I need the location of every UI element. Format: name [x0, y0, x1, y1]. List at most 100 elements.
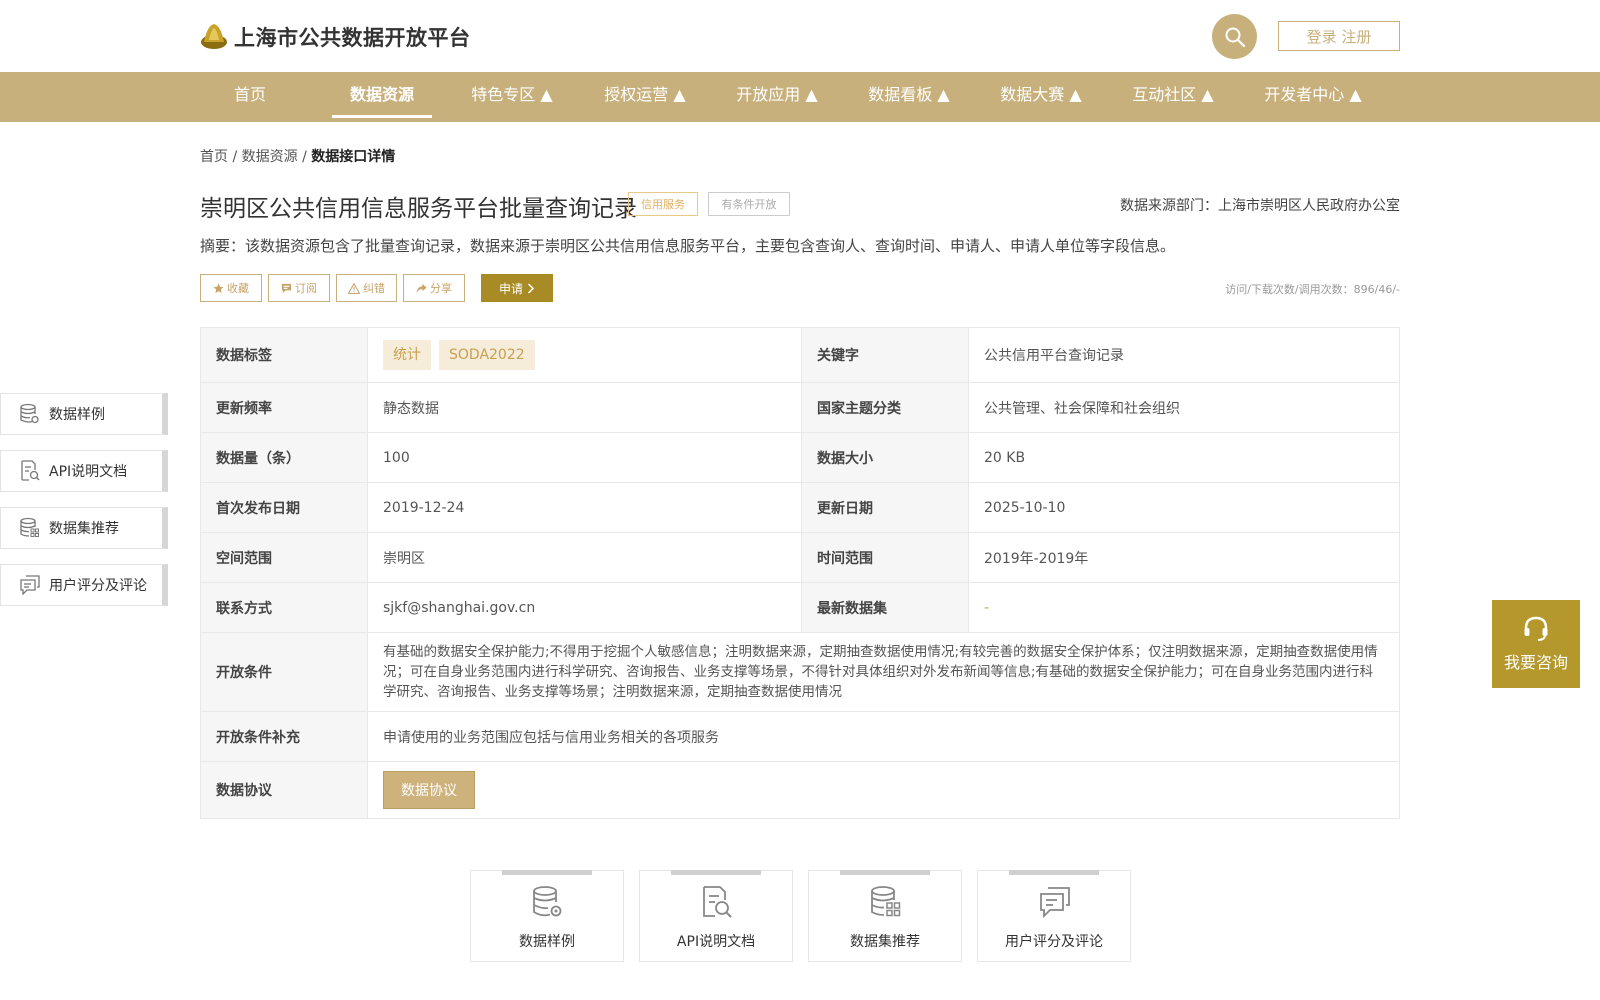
sidebar-item-label: API说明文档	[49, 464, 128, 480]
headset-icon	[1524, 616, 1548, 641]
search-button[interactable]	[1212, 14, 1257, 59]
nav-item-authorized-ops[interactable]: 授权运营 ▲	[594, 72, 696, 122]
nav-item-community[interactable]: 互动社区 ▲	[1122, 72, 1224, 122]
card-dataset-recommend[interactable]: 数据集推荐	[808, 870, 962, 962]
login-register-button[interactable]: 登录 注册	[1278, 21, 1400, 51]
data-agreement-button[interactable]: 数据协议	[383, 771, 475, 809]
table-value: 100	[367, 432, 802, 483]
visit-stats: 访问/下载次数/调用次数：896/46/-	[1225, 283, 1400, 296]
sidebar-item-label: 数据样例	[49, 407, 105, 423]
table-row: 数据标签 统计 SODA2022 关键字 公共信用平台查询记录	[200, 327, 1400, 383]
warning-icon	[348, 282, 360, 294]
subscribe-button[interactable]: 订阅	[268, 274, 330, 302]
subscribe-label: 订阅	[295, 282, 317, 295]
table-label: 首次发布日期	[200, 482, 368, 533]
data-tag[interactable]: SODA2022	[439, 340, 535, 370]
card-top-bar	[671, 870, 761, 875]
nav-item-contest[interactable]: 数据大赛 ▲	[990, 72, 1092, 122]
sidebar-item-label: 数据集推荐	[49, 521, 119, 537]
source-department: 数据来源部门：上海市崇明区人民政府办公室	[1120, 198, 1400, 214]
table-label: 关键字	[801, 327, 969, 383]
table-value: 统计 SODA2022	[367, 327, 802, 383]
share-label: 分享	[430, 282, 452, 295]
table-label: 国家主题分类	[801, 382, 969, 433]
info-table: 数据标签 统计 SODA2022 关键字 公共信用平台查询记录 更新频率 静态数据…	[200, 327, 1400, 819]
table-row: 数据协议 数据协议	[200, 761, 1400, 819]
table-label: 最新数据集	[801, 582, 969, 633]
sidebar-item-api-docs[interactable]: API说明文档	[0, 450, 168, 492]
card-label: 数据样例	[519, 934, 575, 950]
card-label: 数据集推荐	[850, 934, 920, 950]
nav-item-open-apps[interactable]: 开放应用 ▲	[726, 72, 828, 122]
table-row: 空间范围 崇明区 时间范围 2019年-2019年	[200, 532, 1400, 583]
table-label: 开放条件	[200, 632, 368, 712]
site-header: 上海市公共数据开放平台 登录 注册	[0, 0, 1600, 72]
table-row: 更新频率 静态数据 国家主题分类 公共管理、社会保障和社会组织	[200, 382, 1400, 433]
open-type-tag: 有条件开放	[708, 192, 790, 216]
card-api-docs[interactable]: API说明文档	[639, 870, 793, 962]
breadcrumb-separator: /	[228, 149, 242, 165]
table-label: 数据量（条）	[200, 432, 368, 483]
nav-item-developer[interactable]: 开发者中心 ▲	[1254, 72, 1372, 122]
table-row: 联系方式 sjkf@shanghai.gov.cn 最新数据集 -	[200, 582, 1400, 633]
table-value: 静态数据	[367, 382, 802, 433]
comment-icon	[1040, 887, 1070, 919]
table-value: 公共信用平台查询记录	[968, 327, 1400, 383]
latest-dataset-link[interactable]: -	[968, 582, 1400, 633]
sidebar-item-data-sample[interactable]: 数据样例	[0, 393, 168, 435]
table-label: 数据大小	[801, 432, 969, 483]
card-label: API说明文档	[676, 934, 756, 950]
apply-label: 申请	[498, 281, 523, 296]
table-value: 公共管理、社会保障和社会组织	[968, 382, 1400, 433]
apply-button[interactable]: 申请	[481, 274, 553, 302]
table-label: 更新日期	[801, 482, 969, 533]
table-row: 数据量（条） 100 数据大小 20 KB	[200, 432, 1400, 483]
table-row: 开放条件 有基础的数据安全保护能力;不得用于挖掘个人敏感信息；注明数据来源，定期…	[200, 632, 1400, 712]
database-grid-icon	[19, 517, 41, 539]
breadcrumb-home[interactable]: 首页	[200, 149, 228, 165]
favorite-button[interactable]: 收藏	[200, 274, 262, 302]
open-conditions-text: 有基础的数据安全保护能力;不得用于挖掘个人敏感信息；注明数据来源，定期抽查数据使…	[367, 632, 1400, 712]
card-top-bar	[840, 870, 930, 875]
consult-button[interactable]: 我要咨询	[1492, 600, 1580, 688]
table-value: 20 KB	[968, 432, 1400, 483]
open-conditions-extra: 申请使用的业务范围应包括与信用业务相关的各项服务	[367, 711, 1400, 762]
database-gear-icon	[19, 403, 41, 425]
document-search-icon	[19, 460, 41, 482]
table-label: 开放条件补充	[200, 711, 368, 762]
data-tag[interactable]: 统计	[383, 340, 431, 370]
table-value: 2025-10-10	[968, 482, 1400, 533]
category-tag: 信用服务	[628, 192, 698, 216]
breadcrumb-resources[interactable]: 数据资源	[242, 149, 298, 165]
nav-item-home[interactable]: 首页	[212, 72, 288, 122]
share-button[interactable]: 分享	[403, 274, 465, 302]
comment-icon	[19, 574, 41, 596]
database-grid-icon	[871, 886, 901, 917]
card-data-sample[interactable]: 数据样例	[470, 870, 624, 962]
logo-icon[interactable]	[200, 22, 228, 50]
table-row: 开放条件补充 申请使用的业务范围应包括与信用业务相关的各项服务	[200, 711, 1400, 762]
table-value: 数据协议	[367, 761, 1400, 819]
table-label: 数据协议	[200, 761, 368, 819]
table-label: 更新频率	[200, 382, 368, 433]
nav-item-data-resources[interactable]: 数据资源	[332, 72, 432, 122]
card-ratings-comments[interactable]: 用户评分及评论	[977, 870, 1131, 962]
favorite-label: 收藏	[227, 282, 249, 295]
sidebar-item-ratings-comments[interactable]: 用户评分及评论	[0, 564, 168, 606]
chevron-right-icon	[527, 282, 535, 294]
consult-label: 我要咨询	[1503, 653, 1568, 672]
summary-text: 摘要：该数据资源包含了批量查询记录，数据来源于崇明区公共信用信息服务平台，主要包…	[200, 237, 1176, 255]
nav-item-featured[interactable]: 特色专区 ▲	[462, 72, 562, 122]
star-icon	[213, 282, 224, 293]
sidebar-item-dataset-recommend[interactable]: 数据集推荐	[0, 507, 168, 549]
report-error-button[interactable]: 纠错	[336, 274, 397, 302]
site-title[interactable]: 上海市公共数据开放平台	[234, 22, 471, 52]
breadcrumb: 首页 / 数据资源 / 数据接口详情	[200, 146, 395, 166]
sidebar-item-label: 用户评分及评论	[49, 578, 147, 594]
nav-item-dashboard[interactable]: 数据看板 ▲	[858, 72, 960, 122]
document-search-icon	[703, 886, 732, 918]
table-label: 时间范围	[801, 532, 969, 583]
card-top-bar	[502, 870, 592, 875]
table-value: 2019年-2019年	[968, 532, 1400, 583]
main-nav: 首页 数据资源 特色专区 ▲ 授权运营 ▲ 开放应用 ▲ 数据看板 ▲ 数据大赛…	[0, 72, 1600, 122]
